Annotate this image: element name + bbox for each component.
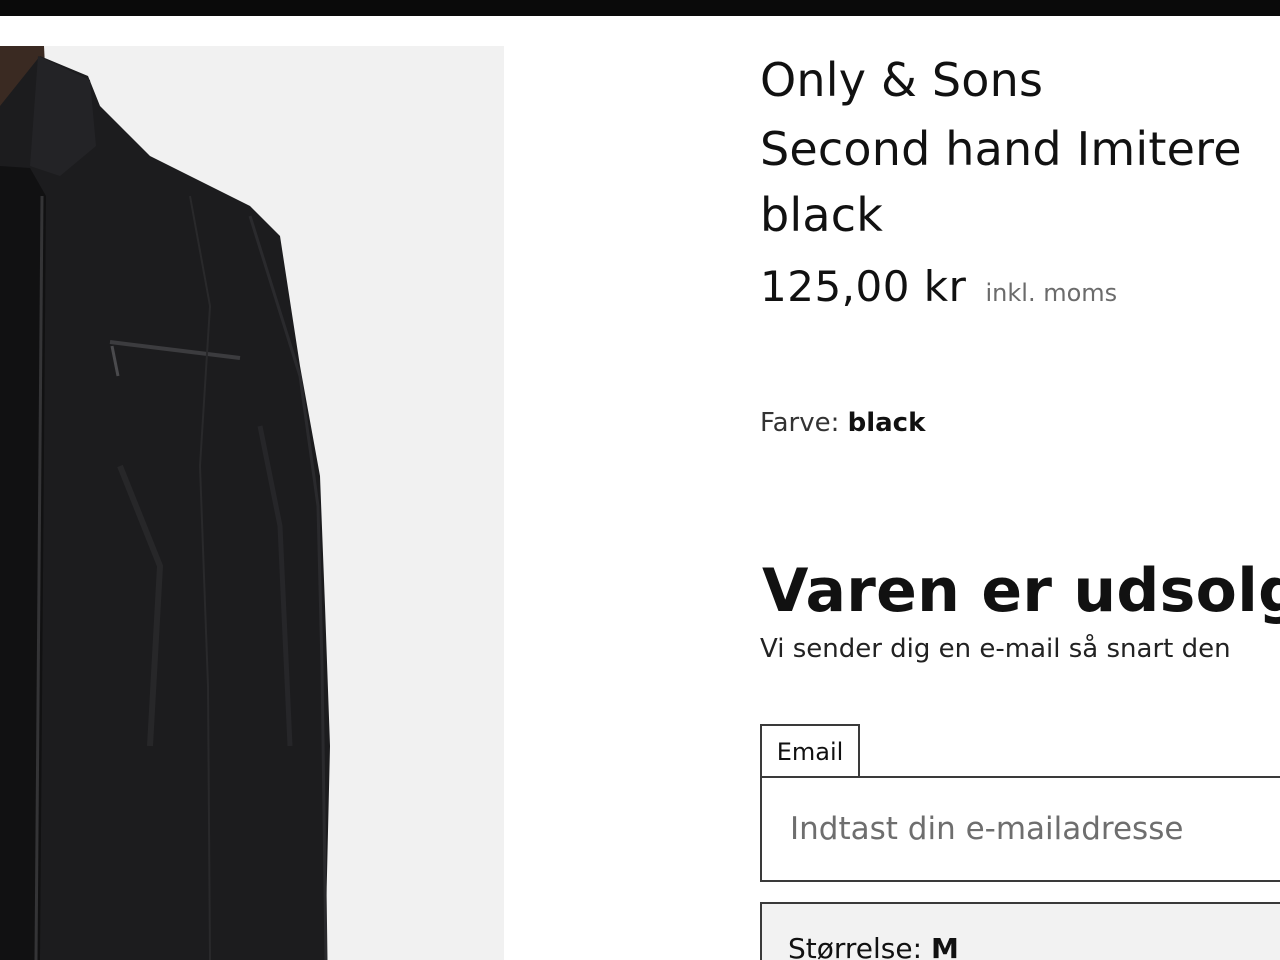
soldout-heading: Varen er udsolgt xyxy=(762,556,1280,626)
size-value: M xyxy=(930,932,959,960)
jacket-photo-icon xyxy=(0,46,504,960)
soldout-description: Vi sender dig en e-mail så snart den xyxy=(760,634,1231,664)
color-info: Farve: black xyxy=(760,408,925,438)
email-field[interactable] xyxy=(760,776,1280,882)
product-info-panel: Only & Sons Second hand Imitere black 12… xyxy=(760,0,1280,960)
vat-note: inkl. moms xyxy=(985,279,1118,307)
size-label: Størrelse: xyxy=(788,932,923,960)
price-row: 125,00 kr inkl. moms xyxy=(760,262,1117,311)
color-value: black xyxy=(847,408,926,438)
color-label: Farve: xyxy=(760,408,840,438)
size-select[interactable]: Størrelse: M xyxy=(760,902,1280,960)
brand-name[interactable]: Only & Sons xyxy=(760,52,1043,108)
price: 125,00 kr xyxy=(760,262,967,311)
product-title-line: Second hand Imitere xyxy=(760,122,1242,176)
product-title: Second hand Imitere black xyxy=(760,116,1280,248)
product-image[interactable] xyxy=(0,46,504,960)
product-title-line: black xyxy=(760,188,884,242)
email-label: Email xyxy=(760,724,860,776)
